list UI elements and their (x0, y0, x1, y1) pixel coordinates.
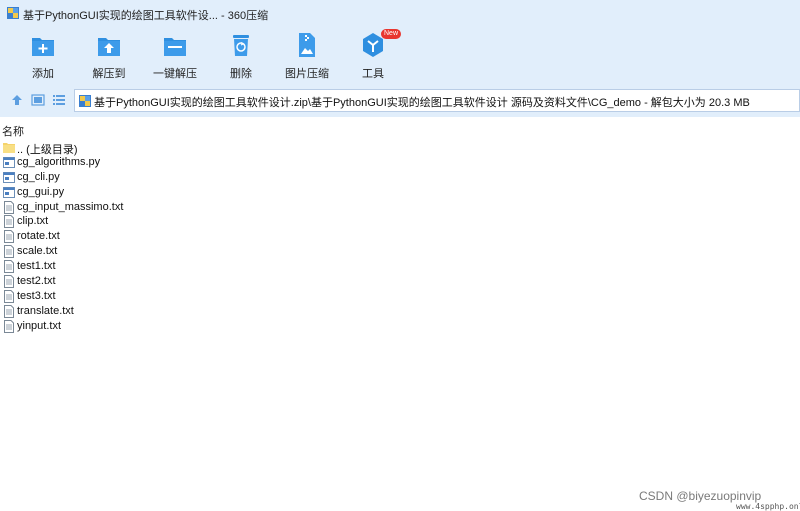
address-path: 基于PythonGUI实现的绘图工具软件设计.zip\基于PythonGUI实现… (94, 97, 750, 109)
window-title: 基于PythonGUI实现的绘图工具软件设... - 360压缩 (23, 10, 269, 22)
file-row[interactable]: test1.txt (0, 259, 300, 274)
one-click-extract-button[interactable]: 一键解压 (145, 32, 205, 82)
file-row[interactable]: rotate.txt (0, 229, 300, 244)
file-name: test2.txt (17, 275, 56, 288)
file-row[interactable]: cg_gui.py (0, 185, 300, 200)
file-name: clip.txt (17, 215, 49, 228)
file-row[interactable]: scale.txt (0, 244, 300, 259)
text-file-icon (4, 304, 14, 318)
text-file-icon (4, 245, 14, 259)
file-row[interactable]: test2.txt (0, 274, 300, 289)
file-name: cg_input_massimo.txt (17, 200, 124, 213)
file-name: scale.txt (17, 245, 58, 258)
one-click-extract-label: 一键解压 (153, 68, 197, 80)
extract-to-button[interactable]: 解压到 (79, 32, 139, 82)
image-compress-label: 图片压缩 (285, 68, 329, 80)
file-list: 名称 .. (上级目录) cg_algorithms.py cg_cli.py cg_… (0, 117, 800, 511)
watermark-text: CSDN @biyezuopinvip (639, 489, 762, 503)
one-click-extract-icon (164, 38, 186, 56)
delete-button[interactable]: 删除 (211, 32, 271, 82)
file-name: rotate.txt (17, 230, 60, 243)
add-button[interactable]: 添加 (13, 32, 73, 82)
file-name: translate.txt (17, 304, 74, 317)
python-file-icon (3, 186, 15, 198)
recycle-bin-icon (233, 35, 249, 56)
text-file-icon (4, 319, 14, 333)
text-file-icon (4, 260, 14, 274)
add-label: 添加 (32, 68, 54, 80)
app-logo-icon (7, 7, 19, 19)
file-row[interactable]: test3.txt (0, 289, 300, 304)
watermark-site: www.4spphp.online (736, 502, 800, 511)
file-rows: .. (上级目录) cg_algorithms.py cg_cli.py cg_gui… (0, 140, 400, 334)
file-name: cg_cli.py (17, 170, 60, 183)
delete-label: 删除 (230, 68, 252, 80)
text-file-icon (4, 275, 14, 289)
file-name: test1.txt (17, 260, 56, 273)
python-file-icon (3, 156, 15, 168)
python-file-icon (3, 171, 15, 183)
file-row[interactable]: cg_algorithms.py (0, 155, 300, 170)
file-row[interactable]: clip.txt (0, 214, 300, 229)
file-row[interactable]: cg_cli.py (0, 170, 300, 185)
column-header-name[interactable]: 名称 (0, 121, 800, 138)
text-file-icon (4, 230, 14, 244)
zip-archive-icon (79, 95, 91, 107)
file-name: yinput.txt (17, 319, 62, 332)
file-row[interactable]: translate.txt (0, 304, 300, 319)
extract-to-icon (98, 38, 120, 56)
file-row[interactable]: yinput.txt (0, 319, 300, 334)
file-name: cg_algorithms.py (17, 155, 101, 168)
up-level-icon[interactable] (10, 93, 24, 107)
tools-button[interactable]: New 工具 (343, 29, 403, 82)
file-row[interactable]: cg_input_massimo.txt (0, 200, 300, 215)
list-view-icon[interactable] (52, 93, 66, 107)
add-folder-icon (32, 38, 54, 56)
text-file-icon (4, 289, 14, 303)
text-file-icon (4, 215, 14, 229)
thumbnail-view-icon[interactable] (31, 93, 45, 107)
new-badge: New (381, 29, 402, 39)
address-row: 基于PythonGUI实现的绘图工具软件设计.zip\基于PythonGUI实现… (0, 84, 800, 117)
extract-to-label: 解压到 (92, 68, 126, 80)
file-name: cg_gui.py (17, 185, 65, 198)
column-name-label: 名称 (2, 126, 24, 138)
image-compress-button[interactable]: 图片压缩 (277, 32, 337, 82)
address-bar[interactable]: 基于PythonGUI实现的绘图工具软件设计.zip\基于PythonGUI实现… (74, 89, 800, 112)
main-toolbar: 添加 解压到 一键解压 删除 图片压缩 New 工具 (0, 26, 800, 84)
file-name: test3.txt (17, 289, 56, 302)
image-compress-icon (299, 33, 315, 57)
tools-label: 工具 (362, 68, 384, 80)
parent-folder-row[interactable]: .. (上级目录) (0, 140, 300, 156)
title-bar: 基于PythonGUI实现的绘图工具软件设... - 360压缩 (0, 0, 800, 26)
folder-icon (3, 143, 15, 153)
text-file-icon (4, 200, 14, 214)
